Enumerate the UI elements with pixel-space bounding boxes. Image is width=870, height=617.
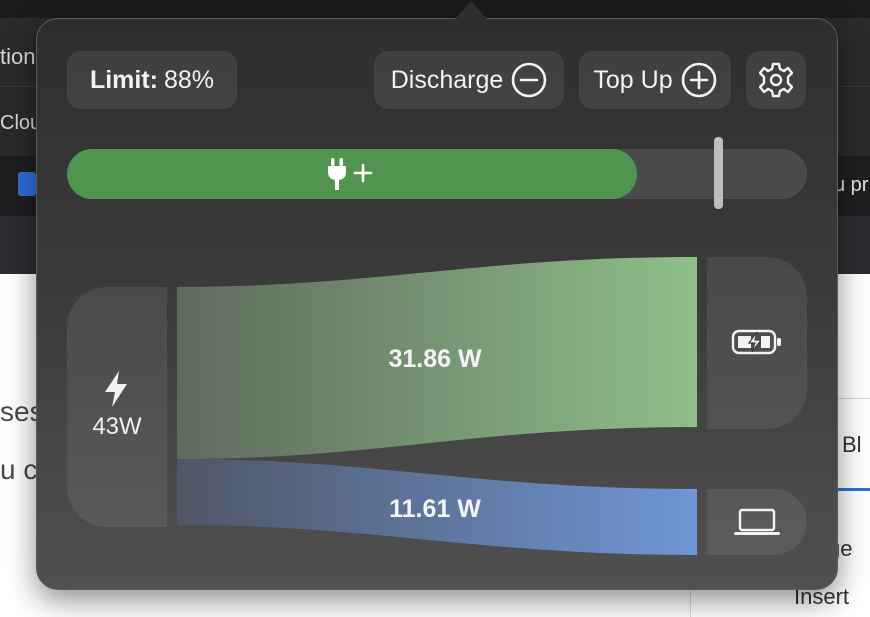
laptop-icon [734,508,780,535]
settings-button[interactable] [746,51,806,109]
plug-plus-icon [328,158,373,190]
power-source-node: 43W [67,287,167,527]
limit-label: Limit: [89,65,158,94]
system-node [707,489,807,555]
plus-circle-icon [681,62,716,98]
bolt-icon [105,371,127,407]
background-app-icon [18,172,36,196]
system-flow-value: 11.61 W [389,495,481,523]
limit-value: 88% [164,65,215,94]
charge-limit-slider-handle[interactable] [714,137,723,209]
discharge-label: Discharge [390,65,504,94]
background-titlebar [0,0,870,18]
popover-arrow [455,1,487,19]
battery-charging-icon [731,329,781,355]
background-text: u c [0,454,38,485]
minus-circle-icon [511,62,547,98]
top-up-button[interactable]: Top Up [579,51,731,109]
discharge-button[interactable]: Discharge [374,51,564,109]
adapter-wattage: 43W [92,413,142,440]
charge-level-bar [67,149,807,199]
gear-icon [758,62,794,98]
battery-flow-value: 31.86 W [388,345,482,373]
charge-level-fill [67,149,637,199]
background-text: Clou [0,112,42,134]
top-up-label: Top Up [593,65,673,94]
battery-node [707,257,807,429]
battery-popover: Limit: 88% Discharge Top Up 43W 31.86 W … [36,1,838,590]
background-text: Bl [842,432,862,457]
charge-limit-indicator: Limit: 88% [67,51,237,109]
background-text: tion [0,44,36,69]
background-text: u pr [834,174,869,196]
